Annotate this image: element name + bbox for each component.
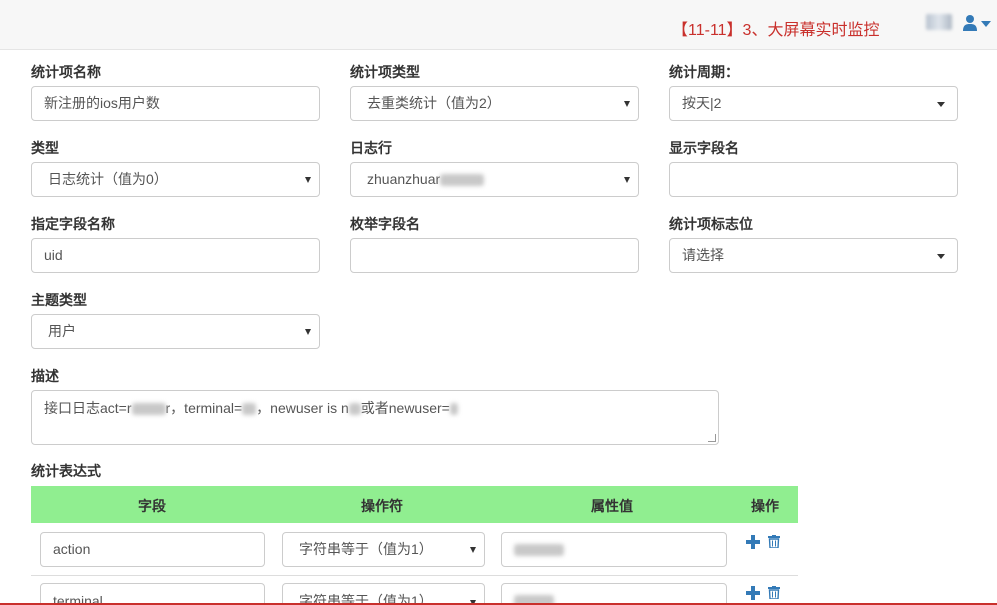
delete-row-icon[interactable] (768, 586, 780, 599)
user-menu-caret-icon[interactable] (981, 21, 991, 27)
row-field-input[interactable]: action (40, 532, 265, 567)
chevron-down-icon (624, 177, 630, 183)
chevron-down-icon (937, 102, 945, 107)
stat-name-label: 统计项名称 (31, 64, 101, 80)
redacted-text (242, 403, 257, 416)
type-label: 类型 (31, 140, 59, 156)
redacted-text (449, 403, 458, 416)
page-title[interactable]: 【11-11】3、大屏幕实时监控 (672, 16, 879, 40)
column-header-value: 属性值 (591, 498, 633, 514)
type-select[interactable]: 日志统计（值为0） (31, 162, 320, 197)
redacted-text (440, 174, 485, 187)
field-name-label: 指定字段名称 (31, 216, 115, 232)
redacted-text (348, 403, 361, 416)
chevron-down-icon (937, 254, 945, 259)
subject-type-value: 用户 (48, 323, 76, 339)
row-value-input[interactable] (501, 532, 727, 567)
redacted-text (514, 544, 564, 557)
column-header-field: 字段 (138, 498, 166, 514)
subject-type-label: 主题类型 (31, 292, 87, 308)
add-row-icon[interactable] (746, 535, 760, 549)
stat-period-select[interactable]: 按天|2 (669, 86, 958, 121)
row-operator-select[interactable]: 字符串等于（值为1） (282, 532, 485, 567)
description-label: 描述 (31, 368, 59, 384)
username-blurred[interactable] (926, 14, 952, 30)
log-line-select[interactable]: zhuanzhuar (350, 162, 639, 197)
row-field-input[interactable]: terminal (40, 583, 265, 605)
expression-label: 统计表达式 (31, 463, 101, 479)
column-header-actions: 操作 (751, 498, 779, 514)
column-header-operator: 操作符 (361, 498, 403, 514)
chevron-down-icon (305, 329, 311, 335)
stat-type-value: 去重类统计（值为2） (367, 95, 501, 111)
stat-period-label: 统计周期： (669, 64, 739, 80)
chevron-down-icon (470, 547, 476, 553)
subject-type-select[interactable]: 用户 (31, 314, 320, 349)
log-line-label: 日志行 (350, 140, 392, 156)
expression-table-header: 字段 操作符 属性值 操作 (31, 486, 798, 523)
stat-flag-label: 统计项标志位 (669, 216, 753, 232)
description-text-2: r，terminal= (165, 400, 243, 416)
display-field-input[interactable] (669, 162, 958, 197)
chevron-down-icon (305, 177, 311, 183)
description-text-4: 或者newuser= (360, 400, 450, 416)
row-divider (31, 575, 798, 576)
description-text-3: ，newuser is n (256, 400, 349, 416)
resize-handle[interactable] (708, 434, 716, 442)
log-line-value: zhuanzhuar (367, 171, 441, 187)
stat-name-input[interactable]: 新注册的ios用户数 (31, 86, 320, 121)
row-operator-select[interactable]: 字符串等于（值为1） (282, 583, 485, 605)
stat-flag-value: 请选择 (682, 247, 724, 263)
description-textarea[interactable]: 接口日志act=r r，terminal= ，newuser is n 或者newus… (31, 390, 719, 445)
row-operator-value: 字符串等于（值为1） (299, 541, 433, 557)
field-name-input[interactable]: uid (31, 238, 320, 273)
stat-type-select[interactable]: 去重类统计（值为2） (350, 86, 639, 121)
description-text-1: 接口日志act=r (44, 400, 132, 416)
display-field-label: 显示字段名 (669, 140, 739, 156)
stat-period-value: 按天|2 (682, 95, 722, 111)
top-navbar: 【11-11】3、大屏幕实时监控 (0, 0, 997, 50)
row-value-input[interactable] (501, 583, 727, 605)
enum-field-input[interactable] (350, 238, 639, 273)
type-value: 日志统计（值为0） (48, 171, 168, 187)
stat-type-label: 统计项类型 (350, 64, 420, 80)
delete-row-icon[interactable] (768, 535, 780, 548)
stat-flag-select[interactable]: 请选择 (669, 238, 958, 273)
user-icon[interactable] (962, 14, 978, 32)
redacted-text (131, 403, 166, 416)
chevron-down-icon (624, 101, 630, 107)
enum-field-label: 枚举字段名 (350, 216, 420, 232)
add-row-icon[interactable] (746, 586, 760, 600)
